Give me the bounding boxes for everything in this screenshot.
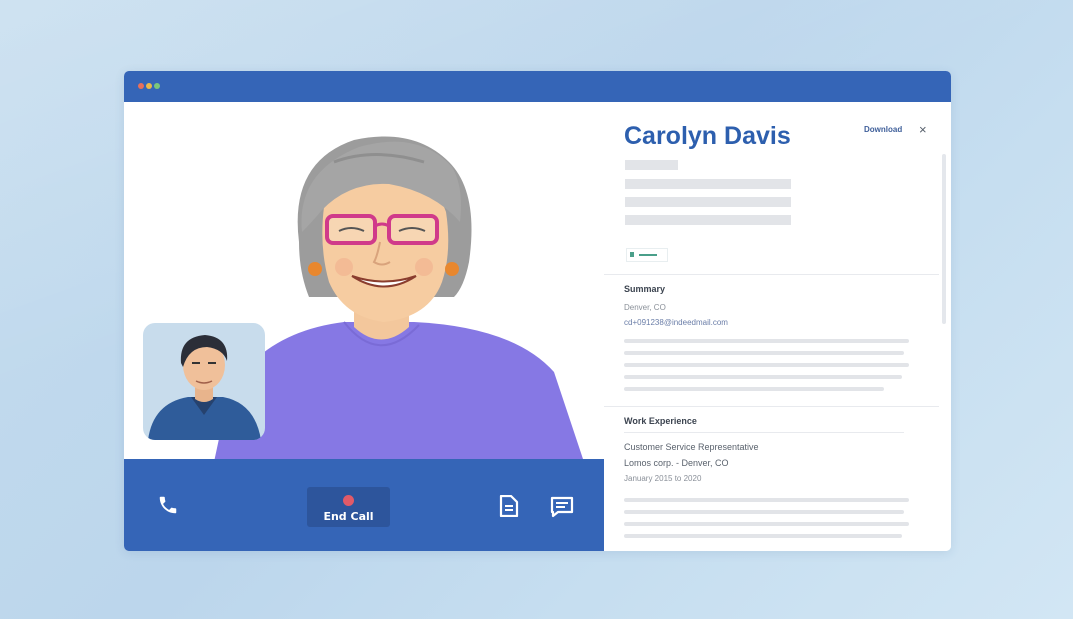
placeholder-line xyxy=(625,179,791,189)
scrollbar[interactable] xyxy=(942,154,946,324)
video-call-area: End Call xyxy=(124,102,604,551)
minimize-window-dot[interactable] xyxy=(146,83,152,89)
job-dates: January 2015 to 2020 xyxy=(624,474,702,483)
end-call-label: End Call xyxy=(323,510,374,523)
divider xyxy=(624,432,904,433)
document-icon[interactable] xyxy=(499,495,519,517)
work-experience-heading: Work Experience xyxy=(624,416,697,426)
call-controls: End Call xyxy=(124,459,604,551)
title-bar xyxy=(124,71,951,102)
status-line xyxy=(639,254,657,256)
job-company: Lomos corp. - Denver, CO xyxy=(624,458,729,468)
maximize-window-dot[interactable] xyxy=(154,83,160,89)
placeholder-line xyxy=(625,197,791,207)
download-link[interactable]: Download xyxy=(864,125,902,134)
placeholder-line xyxy=(624,498,909,502)
status-dot xyxy=(630,252,634,257)
placeholder-line xyxy=(624,522,909,526)
candidate-name: Carolyn Davis xyxy=(624,122,791,150)
local-participant-avatar xyxy=(148,335,261,440)
placeholder-line xyxy=(624,363,909,367)
candidate-location: Denver, CO xyxy=(624,303,666,312)
self-view-video[interactable] xyxy=(143,323,265,440)
summary-heading: Summary xyxy=(624,284,666,294)
end-call-button[interactable]: End Call xyxy=(307,487,390,527)
placeholder-line xyxy=(624,351,904,355)
placeholder-line xyxy=(624,387,884,391)
placeholder-line xyxy=(624,534,902,538)
phone-icon[interactable] xyxy=(157,494,179,516)
placeholder-line xyxy=(624,339,909,343)
candidate-email[interactable]: cd+091238@indeedmail.com xyxy=(624,318,728,327)
close-icon[interactable]: × xyxy=(919,122,927,137)
placeholder-line xyxy=(624,375,902,379)
placeholder-line xyxy=(625,160,678,170)
app-window: End Call Carolyn Davis Download × Summar… xyxy=(124,71,951,551)
divider xyxy=(604,274,939,275)
close-window-dot[interactable] xyxy=(138,83,144,89)
divider xyxy=(604,406,939,407)
placeholder-line xyxy=(625,215,791,225)
status-tag xyxy=(626,248,668,262)
candidate-profile-panel: Carolyn Davis Download × Summary Denver,… xyxy=(604,102,951,551)
end-call-icon xyxy=(343,495,354,506)
chat-icon[interactable] xyxy=(550,496,574,518)
job-title: Customer Service Representative xyxy=(624,442,759,452)
placeholder-line xyxy=(624,510,904,514)
